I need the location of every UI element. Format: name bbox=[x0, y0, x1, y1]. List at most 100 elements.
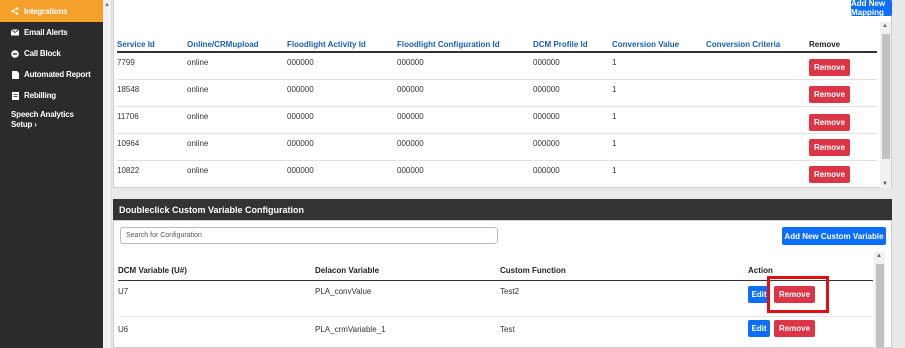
cell-conversion-value: 1 bbox=[612, 166, 617, 175]
scroll-up-icon[interactable]: ▲ bbox=[876, 253, 882, 259]
header-conversion-value: Conversion Value bbox=[612, 40, 680, 49]
scrollbar-thumb[interactable] bbox=[882, 34, 890, 159]
button-label: Remove bbox=[813, 143, 846, 152]
sidebar-scrollbar[interactable]: ▲ bbox=[103, 0, 112, 348]
remove-button[interactable]: Remove bbox=[809, 139, 850, 156]
sidebar-item-integrations[interactable]: Integrations bbox=[0, 0, 103, 22]
sidebar-item-label: Call Block bbox=[24, 49, 61, 58]
cell-config-id: 000000 bbox=[397, 85, 424, 94]
cell-service-id: 18548 bbox=[117, 85, 140, 94]
sidebar-item-speech-analytics[interactable]: Speech Analytics Setup › bbox=[0, 106, 90, 130]
button-label: Edit bbox=[751, 290, 767, 299]
remove-button[interactable]: Remove bbox=[809, 166, 850, 183]
scrollbar-thumb[interactable] bbox=[876, 264, 884, 348]
cell-profile-id: 000000 bbox=[533, 112, 560, 121]
sidebar-item-label: Integrations bbox=[24, 6, 68, 16]
envelope-icon bbox=[11, 29, 19, 37]
share-icon bbox=[11, 7, 19, 15]
button-label: Remove bbox=[778, 324, 811, 333]
table-row: 18548 online 000000 000000 000000 1 Remo… bbox=[117, 80, 877, 107]
custom-variable-panel-title: Doubleclick Custom Variable Configuratio… bbox=[113, 199, 892, 220]
cell-profile-id: 000000 bbox=[533, 166, 560, 175]
sidebar-item-automated-report[interactable]: Automated Report bbox=[0, 64, 103, 85]
header-remove: Remove bbox=[809, 40, 841, 49]
sidebar-item-label: Speech Analytics Setup › bbox=[11, 110, 74, 129]
sidebar-item-call-block[interactable]: Call Block bbox=[0, 43, 103, 64]
cell-conversion-value: 1 bbox=[612, 58, 617, 67]
cell-profile-id: 000000 bbox=[533, 58, 560, 67]
scroll-up-icon[interactable]: ▲ bbox=[104, 2, 110, 8]
mapping-scrollbar[interactable]: ▲ ▼ bbox=[880, 22, 891, 188]
header-floodlight-configuration-id: Floodlight Configuration Id bbox=[397, 40, 500, 49]
cell-config-id: 000000 bbox=[397, 58, 424, 67]
panel-title: Doubleclick Custom Variable Configuratio… bbox=[119, 204, 305, 215]
scroll-down-icon[interactable]: ▼ bbox=[882, 181, 888, 187]
table-row: U6 PLA_crmVariable_1 Test Edit Remove bbox=[118, 317, 873, 348]
cell-service-id: 10964 bbox=[117, 139, 140, 148]
cell-online: online bbox=[187, 112, 209, 121]
cell-profile-id: 000000 bbox=[533, 85, 560, 94]
button-label: Remove bbox=[813, 63, 846, 72]
sidebar-item-email-alerts[interactable]: Email Alerts bbox=[0, 22, 103, 43]
button-label: Remove bbox=[813, 90, 846, 99]
cell-dcm-variable: U7 bbox=[118, 287, 129, 296]
cell-online: online bbox=[187, 139, 209, 148]
invoice-icon bbox=[11, 91, 19, 100]
sidebar-item-rebilling[interactable]: Rebilling bbox=[0, 85, 103, 106]
edit-button[interactable]: Edit bbox=[748, 320, 770, 337]
cell-activity-id: 000000 bbox=[287, 139, 314, 148]
header-service-id: Service Id bbox=[117, 40, 155, 49]
cell-config-id: 000000 bbox=[397, 112, 424, 121]
cell-service-id: 11706 bbox=[117, 112, 139, 121]
header-dcm-profile-id: DCM Profile Id bbox=[533, 40, 588, 49]
cell-online: online bbox=[187, 166, 209, 175]
remove-button[interactable]: Remove bbox=[809, 86, 850, 103]
cell-config-id: 000000 bbox=[397, 166, 424, 175]
header-custom-function: Custom Function bbox=[500, 266, 566, 275]
cell-delacon-variable: PLA_crmVariable_1 bbox=[315, 325, 386, 334]
cell-service-id: 7799 bbox=[117, 58, 135, 67]
table-row: 10964 online 000000 000000 000000 1 Remo… bbox=[117, 134, 877, 161]
table-row: 11706 online 000000 000000 000000 1 Remo… bbox=[117, 107, 877, 134]
button-label: Remove bbox=[813, 170, 846, 179]
cell-custom-function: Test2 bbox=[500, 287, 520, 296]
remove-button[interactable]: Remove bbox=[774, 320, 815, 337]
table-row: U7 PLA_convValue Test2 Edit Remove bbox=[118, 281, 873, 317]
header-action: Action bbox=[748, 266, 773, 275]
search-config-input[interactable]: Search for Configuration bbox=[120, 227, 498, 244]
cell-activity-id: 000000 bbox=[287, 166, 314, 175]
sidebar-item-label: Rebilling bbox=[24, 91, 56, 100]
header-floodlight-activity-id: Floodlight Activity Id bbox=[287, 40, 366, 49]
cell-online: online bbox=[187, 58, 209, 67]
button-label: Remove bbox=[813, 118, 846, 127]
cell-online: online bbox=[187, 85, 209, 94]
cell-profile-id: 000000 bbox=[533, 139, 560, 148]
header-dcm-variable: DCM Variable (U#) bbox=[118, 266, 187, 275]
cell-conversion-value: 1 bbox=[612, 112, 617, 121]
table-row: 7799 online 000000 000000 000000 1 Remov… bbox=[117, 53, 877, 80]
button-label: Add New Custom Variable bbox=[784, 231, 884, 241]
custom-variable-table-header: DCM Variable (U#) Delacon Variable Custo… bbox=[118, 266, 873, 278]
header-online-crmupload: Online/CRMupload bbox=[187, 40, 259, 49]
header-conversion-criteria: Conversion Criteria bbox=[706, 40, 781, 49]
scroll-up-icon[interactable]: ▲ bbox=[882, 23, 888, 29]
cell-service-id: 10822 bbox=[117, 166, 140, 175]
search-placeholder: Search for Configuration bbox=[126, 232, 202, 239]
add-new-mapping-button[interactable]: Add New Mapping bbox=[851, 0, 892, 17]
sidebar-item-label: Automated Report bbox=[24, 70, 91, 79]
remove-button[interactable]: Remove bbox=[809, 59, 850, 76]
cell-activity-id: 000000 bbox=[287, 112, 314, 121]
custom-variable-scrollbar[interactable]: ▲ bbox=[874, 252, 885, 348]
sidebar-item-label: Email Alerts bbox=[24, 28, 68, 37]
header-delacon-variable: Delacon Variable bbox=[315, 266, 380, 275]
sidebar: Integrations Email Alerts Call Block Aut… bbox=[0, 0, 103, 348]
cell-config-id: 000000 bbox=[397, 139, 424, 148]
button-label: Edit bbox=[751, 324, 767, 333]
document-icon bbox=[11, 70, 19, 79]
cell-delacon-variable: PLA_convValue bbox=[315, 287, 372, 296]
cell-dcm-variable: U6 bbox=[118, 325, 129, 334]
add-new-custom-variable-button[interactable]: Add New Custom Variable bbox=[782, 227, 886, 245]
block-icon bbox=[11, 49, 19, 58]
remove-button[interactable]: Remove bbox=[809, 114, 850, 131]
cell-custom-function: Test bbox=[500, 325, 515, 334]
